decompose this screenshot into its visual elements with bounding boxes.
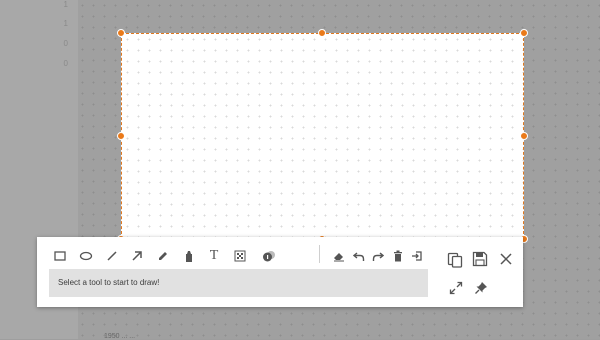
status-message: Select a tool to start to draw!: [58, 278, 160, 287]
close-icon: [500, 253, 512, 265]
highlighter-tool[interactable]: [179, 246, 199, 266]
pencil-icon: [159, 252, 167, 260]
clear-button[interactable]: [388, 246, 408, 266]
exit-icon: [412, 251, 422, 261]
pin-button[interactable]: [470, 277, 492, 299]
counter-tool[interactable]: [259, 246, 279, 266]
exit-button[interactable]: [407, 246, 427, 266]
pin-icon: [475, 282, 487, 294]
status-bar: Select a tool to start to draw!: [49, 269, 428, 297]
resize-handle-top-left[interactable]: [117, 29, 125, 37]
redo-icon: [372, 252, 384, 261]
resize-handle-top-right[interactable]: [520, 29, 528, 37]
line-tool[interactable]: [102, 246, 122, 266]
arrow-tool[interactable]: [127, 246, 147, 266]
pen-tool[interactable]: [153, 246, 173, 266]
resize-handle-left[interactable]: [117, 132, 125, 140]
text-tool[interactable]: T: [204, 246, 224, 266]
rectangle-tool[interactable]: [50, 246, 70, 266]
redo-button[interactable]: [368, 246, 388, 266]
marker-icon: [186, 251, 192, 262]
rectangle-icon: [54, 251, 66, 261]
line-number: 0: [63, 39, 68, 48]
copy-icon: [447, 252, 463, 268]
mosaic-icon: [234, 250, 246, 262]
expand-button[interactable]: [445, 277, 467, 299]
line-icon: [107, 251, 117, 261]
arrow-icon: [132, 251, 142, 261]
line-number: 1: [63, 0, 68, 9]
eraser-button[interactable]: [329, 246, 349, 266]
annotation-toolbar: T Select a tool to start to draw!: [37, 237, 523, 307]
save-button[interactable]: [469, 248, 491, 270]
expand-icon: [449, 281, 463, 295]
undo-button[interactable]: [349, 246, 369, 266]
copy-button[interactable]: [444, 249, 466, 271]
counter-icon: [263, 251, 275, 262]
blur-tool[interactable]: [230, 246, 250, 266]
text-icon: T: [209, 248, 219, 263]
resize-handle-right[interactable]: [520, 132, 528, 140]
line-number: 0: [63, 59, 68, 68]
close-button[interactable]: [495, 248, 517, 270]
save-icon: [472, 251, 488, 267]
undo-icon: [353, 252, 365, 261]
line-number: 1: [63, 19, 68, 28]
ellipse-tool[interactable]: [76, 246, 96, 266]
ellipse-icon: [79, 251, 93, 261]
resize-handle-top[interactable]: [318, 29, 326, 37]
trash-icon: [394, 250, 402, 262]
eraser-icon: [334, 253, 344, 262]
capture-region[interactable]: [121, 33, 524, 239]
toolbar-divider: [319, 245, 320, 263]
